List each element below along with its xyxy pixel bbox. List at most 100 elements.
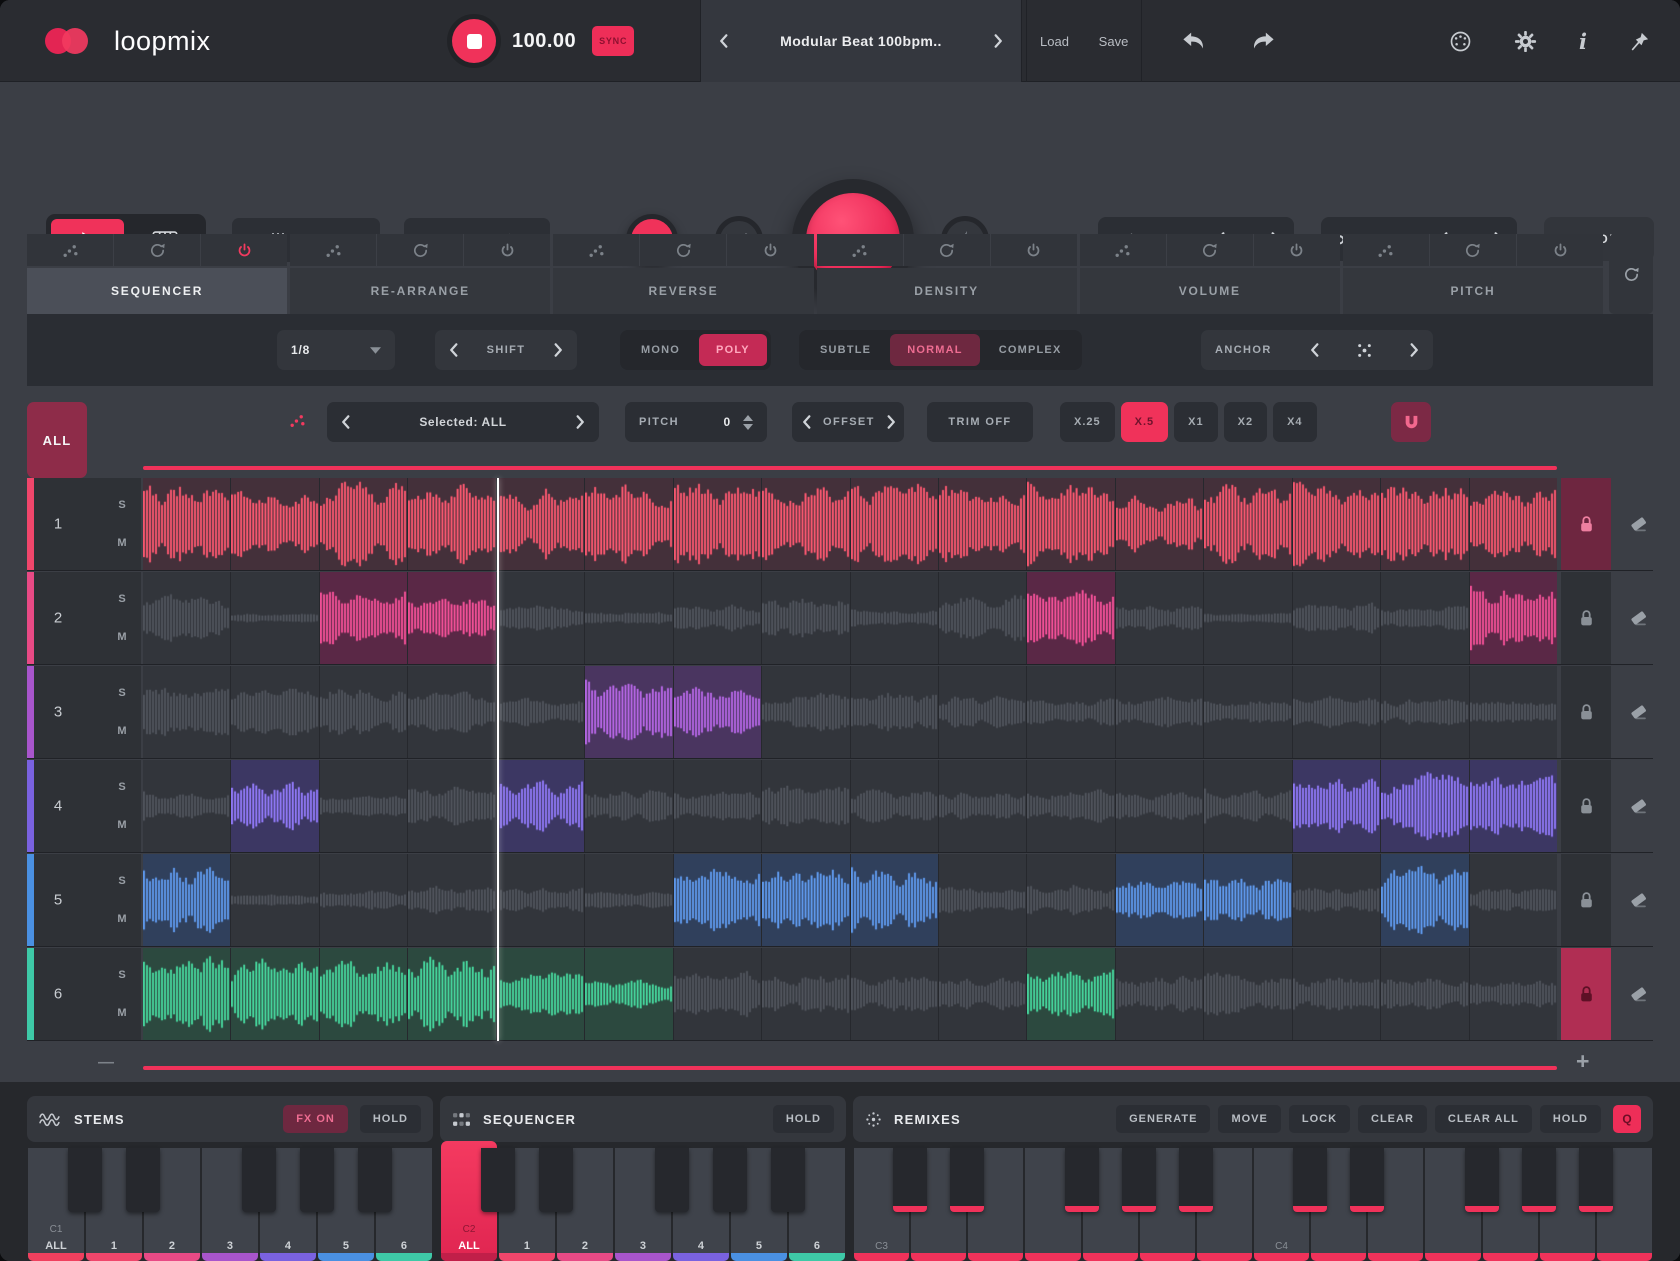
step-cell[interactable] [1204,760,1292,852]
step-cell[interactable] [497,478,585,570]
step-cell[interactable] [408,572,496,664]
black-key[interactable] [539,1148,573,1212]
black-key[interactable] [950,1148,984,1212]
pitch-spinner[interactable] [743,415,753,430]
step-cell[interactable] [320,572,408,664]
rate-dropdown[interactable]: 1/8 [277,330,395,370]
step-cell[interactable] [1116,478,1204,570]
settings-complexity-modes-complex[interactable]: COMPLEX [982,334,1079,366]
step-cell[interactable] [320,478,408,570]
speed-x-25[interactable]: X.25 [1060,402,1115,442]
black-key[interactable] [713,1148,747,1212]
step-cell[interactable] [585,854,673,946]
step-cell[interactable] [1381,854,1469,946]
step-cell[interactable] [585,948,673,1040]
speed-x4[interactable]: X4 [1273,402,1316,442]
step-cell[interactable] [851,572,939,664]
step-cell[interactable] [851,948,939,1040]
step-cell[interactable] [1470,666,1557,758]
step-cell[interactable] [231,948,319,1040]
undo-button[interactable] [1178,27,1210,55]
step-cell[interactable] [1470,854,1557,946]
step-cell[interactable] [1293,478,1381,570]
step-cell[interactable] [143,854,231,946]
remix-move-button[interactable]: MOVE [1218,1105,1280,1133]
tab-reverse[interactable]: REVERSE [553,268,813,314]
step-cell[interactable] [1470,572,1557,664]
trim-button[interactable]: TRIM OFF [927,402,1033,442]
step-cell[interactable] [497,666,585,758]
scatter-dots-icon[interactable] [1080,234,1166,266]
black-key[interactable] [481,1148,515,1212]
step-cell[interactable] [1027,854,1115,946]
step-cell[interactable] [143,666,231,758]
remix-generate-button[interactable]: GENERATE [1116,1105,1210,1133]
black-key[interactable] [68,1148,102,1212]
step-cell[interactable] [1116,572,1204,664]
power-icon[interactable] [990,234,1077,266]
step-cell[interactable] [143,760,231,852]
step-cell[interactable] [1116,760,1204,852]
solo-button[interactable]: S [111,683,133,703]
black-key[interactable] [1179,1148,1213,1212]
black-key[interactable] [126,1148,160,1212]
step-cell[interactable] [1116,854,1204,946]
step-cell[interactable] [320,666,408,758]
settings-voice-modes-poly[interactable]: POLY [699,334,767,366]
step-cell[interactable] [320,854,408,946]
speed-x1[interactable]: X1 [1174,402,1217,442]
scatter-dots-icon[interactable] [27,234,113,266]
tab-sequencer[interactable]: SEQUENCER [27,268,287,314]
step-cell[interactable] [497,572,585,664]
step-cell[interactable] [939,666,1027,758]
step-cell[interactable] [585,666,673,758]
step-cell[interactable] [143,948,231,1040]
step-cell[interactable] [674,572,762,664]
power-icon[interactable] [726,234,813,266]
step-cell[interactable] [231,478,319,570]
black-key[interactable] [1065,1148,1099,1212]
track-lock-button[interactable] [1561,666,1611,758]
black-key[interactable] [1122,1148,1156,1212]
track-lock-button[interactable] [1561,572,1611,664]
step-cell[interactable] [231,760,319,852]
step-cell[interactable] [851,666,939,758]
track-erase-button[interactable] [1623,854,1653,946]
step-cell[interactable] [408,760,496,852]
step-cell[interactable] [1381,478,1469,570]
step-cell[interactable] [674,666,762,758]
mute-button[interactable]: M [111,533,133,553]
track-lock-button[interactable] [1561,760,1611,852]
track-erase-button[interactable] [1623,760,1653,852]
step-cell[interactable] [674,760,762,852]
step-cell[interactable] [1116,666,1204,758]
track-lock-button[interactable] [1561,854,1611,946]
anchor-prev-button[interactable] [1310,343,1319,357]
add-track-button[interactable]: + [1576,1048,1589,1075]
step-cell[interactable] [1293,572,1381,664]
power-icon[interactable] [463,234,550,266]
info-button[interactable]: i [1579,29,1587,54]
mute-button[interactable]: M [111,909,133,929]
midi-button[interactable] [1449,30,1472,53]
step-cell[interactable] [1204,666,1292,758]
step-cell[interactable] [939,760,1027,852]
step-cell[interactable] [1116,948,1204,1040]
step-cell[interactable] [497,948,585,1040]
step-cell[interactable] [1027,478,1115,570]
track-erase-button[interactable] [1623,478,1653,570]
preset-prev-button[interactable] [719,34,728,48]
black-key[interactable] [771,1148,805,1212]
solo-button[interactable]: S [111,871,133,891]
cycle-icon[interactable] [113,234,200,266]
step-cell[interactable] [408,948,496,1040]
step-cell[interactable] [939,948,1027,1040]
power-icon[interactable] [1516,234,1603,266]
step-cell[interactable] [320,948,408,1040]
bpm-display[interactable]: 100.00 [512,30,576,53]
speed-x-5[interactable]: X.5 [1121,402,1169,442]
step-cell[interactable] [1470,760,1557,852]
step-cell[interactable] [939,854,1027,946]
settings-button[interactable] [1514,30,1537,53]
stems-hold-button[interactable]: HOLD [360,1105,421,1133]
